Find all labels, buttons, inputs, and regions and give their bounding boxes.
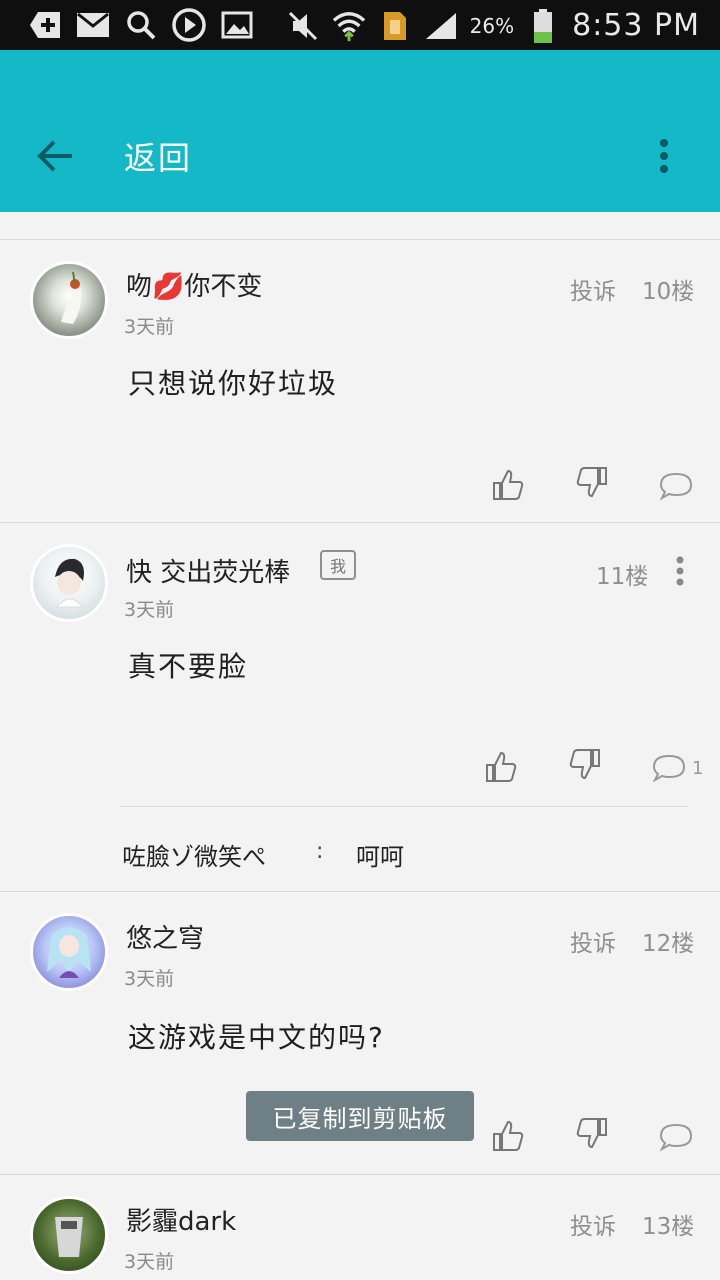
play-icon xyxy=(172,8,206,42)
page-title[interactable]: 返回 xyxy=(124,133,192,179)
like-button[interactable] xyxy=(488,465,528,505)
self-badge: 我 xyxy=(320,550,357,580)
post-time: 3天前 xyxy=(124,1251,175,1273)
username[interactable]: 吻💋你不变 xyxy=(126,266,262,303)
avatar[interactable] xyxy=(30,913,108,991)
speech-bubble-icon xyxy=(659,472,693,501)
speech-bubble-icon xyxy=(659,1123,693,1152)
clock: 8:53 PM xyxy=(572,8,700,43)
post-time: 3天前 xyxy=(124,968,175,990)
comment-button[interactable] xyxy=(656,466,696,506)
search-icon xyxy=(124,8,158,42)
avatar[interactable] xyxy=(30,1196,108,1274)
report-button[interactable]: 投诉 xyxy=(570,272,616,306)
thumbs-up-icon xyxy=(493,469,524,500)
sim-icon xyxy=(378,9,412,43)
floor-number: 12楼 xyxy=(642,931,695,957)
thumbs-down-icon xyxy=(576,1118,607,1149)
comment-item: 影霾dark 3天前 投诉 13楼 xyxy=(0,1174,720,1280)
comment-item: 吻💋你不变 3天前 投诉 10楼 只想说你好垃圾 xyxy=(0,239,720,522)
battery-icon xyxy=(526,8,560,43)
thumbs-up-icon xyxy=(493,1120,524,1151)
mute-icon xyxy=(286,9,320,43)
username[interactable]: 悠之穹 xyxy=(126,918,204,955)
reply-separator: : xyxy=(316,839,324,864)
post-time: 3天前 xyxy=(124,599,175,621)
wifi-icon xyxy=(332,9,366,43)
mail-icon xyxy=(76,8,110,42)
report-button[interactable]: 投诉 xyxy=(570,1207,616,1241)
back-button[interactable] xyxy=(30,130,82,182)
arrow-back-icon xyxy=(37,140,72,172)
overflow-menu-button[interactable] xyxy=(646,134,682,178)
reply-username[interactable]: 咗臉ゾ微笑ぺ xyxy=(122,837,266,872)
comment-text: 这游戏是中文的吗? xyxy=(128,1021,385,1054)
floor-number: 11楼 xyxy=(596,564,649,590)
image-icon xyxy=(220,8,254,42)
like-button[interactable] xyxy=(481,747,521,787)
add-notification-icon xyxy=(28,8,62,42)
floor-number: 10楼 xyxy=(642,279,695,305)
comment-text: 真不要脸 xyxy=(128,650,249,683)
comment-text: 只想说你好垃圾 xyxy=(128,367,339,400)
more-vert-icon xyxy=(676,556,684,586)
thumbs-up-icon xyxy=(486,751,517,782)
like-button[interactable] xyxy=(488,1116,528,1156)
status-bar: 26% 8:53 PM xyxy=(0,0,720,50)
battery-percent: 26% xyxy=(469,13,515,38)
post-time: 3天前 xyxy=(124,316,175,338)
dislike-button[interactable] xyxy=(572,462,612,502)
floor-number: 13楼 xyxy=(642,1214,695,1240)
reply-item[interactable]: 咗臉ゾ微笑ぺ : 呵呵 xyxy=(120,806,688,890)
comment-button[interactable] xyxy=(649,748,689,788)
comment-button[interactable] xyxy=(656,1117,696,1157)
reply-text: 呵呵 xyxy=(356,843,404,871)
app-bar: 返回 xyxy=(0,50,720,212)
dislike-button[interactable] xyxy=(565,744,605,784)
username[interactable]: 快 交出荧光棒 xyxy=(126,552,290,589)
dislike-button[interactable] xyxy=(572,1113,612,1153)
reply-count: 1 xyxy=(692,758,704,779)
signal-icon xyxy=(424,9,458,43)
more-options-button[interactable] xyxy=(670,551,690,591)
avatar[interactable] xyxy=(30,261,108,339)
speech-bubble-icon xyxy=(652,754,686,783)
report-button[interactable]: 投诉 xyxy=(570,924,616,958)
username[interactable]: 影霾dark xyxy=(126,1201,236,1238)
thumbs-down-icon xyxy=(576,467,607,498)
toast-message: 已复制到剪贴板 xyxy=(246,1091,474,1141)
thumbs-down-icon xyxy=(569,749,600,780)
more-vert-icon xyxy=(660,139,668,173)
avatar[interactable] xyxy=(30,544,108,622)
